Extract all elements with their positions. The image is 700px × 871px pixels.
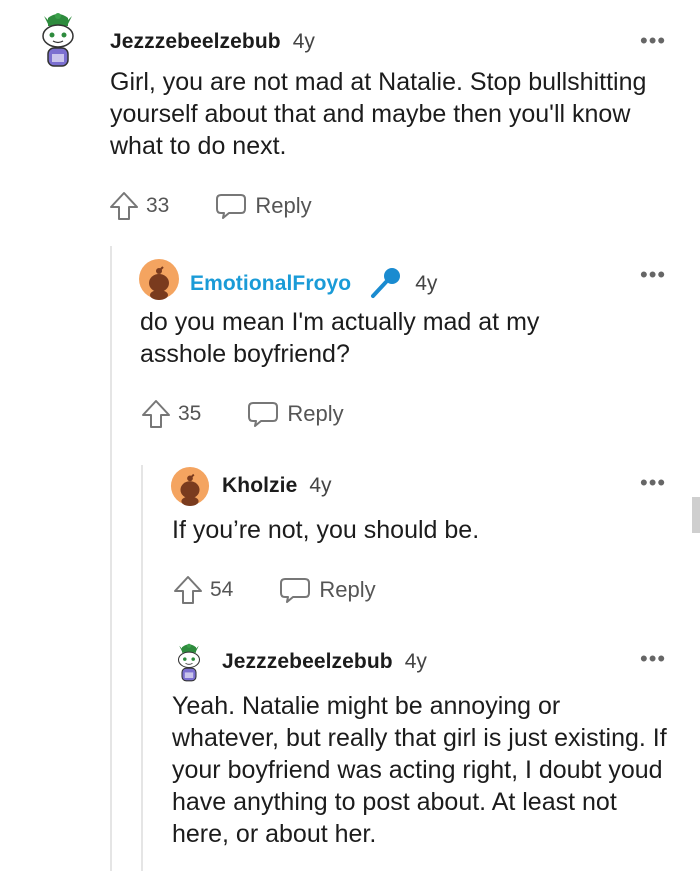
- snoo-avatar-icon[interactable]: [172, 643, 206, 690]
- comment-age: 4y: [292, 30, 315, 53]
- comment-age: 4y: [404, 650, 427, 673]
- comment-author[interactable]: Kholzie: [222, 474, 297, 498]
- microphone-icon: [367, 266, 403, 302]
- upvote-button[interactable]: 35: [140, 398, 201, 430]
- comment-author[interactable]: Jezzzebeelzebub: [222, 650, 393, 674]
- speech-bubble-icon: [280, 578, 311, 603]
- upvote-button[interactable]: 54: [172, 574, 233, 606]
- thread-line-level-1[interactable]: [110, 246, 112, 871]
- speech-bubble-icon: [216, 194, 247, 219]
- comment-body: Yeah. Natalie might be annoying or whate…: [172, 692, 667, 848]
- upvote-button[interactable]: 33: [108, 190, 169, 222]
- default-avatar-icon[interactable]: [170, 466, 210, 511]
- vote-count: 54: [210, 578, 234, 601]
- upvote-arrow-icon: [142, 400, 170, 428]
- speech-bubble-icon: [248, 402, 279, 427]
- comment-author[interactable]: Jezzzebeelzebub: [110, 30, 281, 54]
- comment-body: do you mean I'm actually mad at my assho…: [140, 308, 540, 368]
- comment-body: If you’re not, you should be.: [172, 516, 480, 544]
- more-options-button[interactable]: •••: [640, 472, 666, 494]
- comment-age: 4y: [309, 474, 332, 497]
- more-options-button[interactable]: •••: [640, 648, 666, 670]
- reply-button[interactable]: Reply: [247, 398, 344, 430]
- vote-count: 33: [146, 194, 170, 217]
- scrollbar-thumb[interactable]: [692, 497, 700, 533]
- upvote-arrow-icon: [174, 576, 202, 604]
- reply-label: Reply: [287, 401, 344, 426]
- thread-line-level-2[interactable]: [141, 465, 143, 871]
- reply-label: Reply: [319, 577, 376, 602]
- reply-label: Reply: [255, 193, 312, 218]
- comment-author-op[interactable]: EmotionalFroyo: [190, 272, 351, 296]
- more-options-button[interactable]: •••: [640, 264, 666, 286]
- vote-count: 35: [178, 402, 202, 425]
- comment-body: Girl, you are not mad at Natalie. Stop b…: [110, 68, 647, 160]
- upvote-arrow-icon: [110, 192, 138, 220]
- more-options-button[interactable]: •••: [640, 30, 666, 52]
- comment-age: 4y: [415, 272, 438, 295]
- snoo-avatar-icon[interactable]: [34, 12, 82, 77]
- reply-button[interactable]: Reply: [215, 190, 312, 222]
- reply-button[interactable]: Reply: [279, 574, 376, 606]
- default-avatar-icon[interactable]: [138, 258, 180, 305]
